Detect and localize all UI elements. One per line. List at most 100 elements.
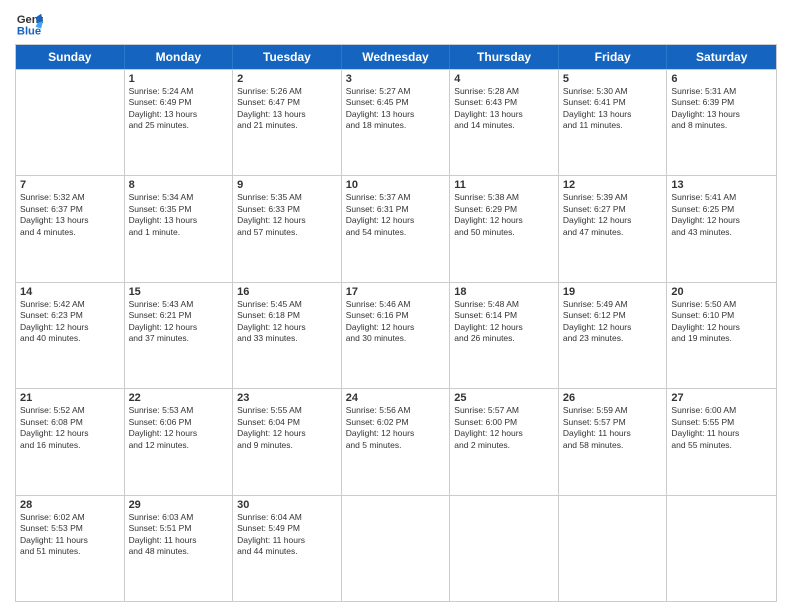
day-number: 16: [237, 286, 337, 298]
day-cell-2: 2Sunrise: 5:26 AM Sunset: 6:47 PM Daylig…: [233, 70, 342, 175]
day-cell-8: 8Sunrise: 5:34 AM Sunset: 6:35 PM Daylig…: [125, 176, 234, 281]
day-info: Sunrise: 5:41 AM Sunset: 6:25 PM Dayligh…: [671, 192, 772, 238]
day-info: Sunrise: 5:49 AM Sunset: 6:12 PM Dayligh…: [563, 299, 663, 345]
day-info: Sunrise: 5:46 AM Sunset: 6:16 PM Dayligh…: [346, 299, 446, 345]
day-cell-19: 19Sunrise: 5:49 AM Sunset: 6:12 PM Dayli…: [559, 283, 668, 388]
day-info: Sunrise: 6:03 AM Sunset: 5:51 PM Dayligh…: [129, 512, 229, 558]
page: General Blue SundayMondayTuesdayWednesda…: [0, 0, 792, 612]
day-cell-1: 1Sunrise: 5:24 AM Sunset: 6:49 PM Daylig…: [125, 70, 234, 175]
logo-icon: General Blue: [15, 10, 43, 38]
day-number: 27: [671, 392, 772, 404]
day-cell-14: 14Sunrise: 5:42 AM Sunset: 6:23 PM Dayli…: [16, 283, 125, 388]
day-info: Sunrise: 5:50 AM Sunset: 6:10 PM Dayligh…: [671, 299, 772, 345]
day-cell-20: 20Sunrise: 5:50 AM Sunset: 6:10 PM Dayli…: [667, 283, 776, 388]
calendar-row-0: 1Sunrise: 5:24 AM Sunset: 6:49 PM Daylig…: [16, 69, 776, 175]
day-number: 28: [20, 499, 120, 511]
day-number: 26: [563, 392, 663, 404]
empty-cell-0-0: [16, 70, 125, 175]
day-info: Sunrise: 5:42 AM Sunset: 6:23 PM Dayligh…: [20, 299, 120, 345]
day-cell-25: 25Sunrise: 5:57 AM Sunset: 6:00 PM Dayli…: [450, 389, 559, 494]
day-info: Sunrise: 5:30 AM Sunset: 6:41 PM Dayligh…: [563, 86, 663, 132]
calendar-row-4: 28Sunrise: 6:02 AM Sunset: 5:53 PM Dayli…: [16, 495, 776, 601]
day-number: 17: [346, 286, 446, 298]
day-cell-15: 15Sunrise: 5:43 AM Sunset: 6:21 PM Dayli…: [125, 283, 234, 388]
day-number: 1: [129, 73, 229, 85]
weekday-header-friday: Friday: [559, 45, 668, 69]
day-cell-29: 29Sunrise: 6:03 AM Sunset: 5:51 PM Dayli…: [125, 496, 234, 601]
day-info: Sunrise: 5:27 AM Sunset: 6:45 PM Dayligh…: [346, 86, 446, 132]
day-number: 15: [129, 286, 229, 298]
day-cell-11: 11Sunrise: 5:38 AM Sunset: 6:29 PM Dayli…: [450, 176, 559, 281]
day-number: 19: [563, 286, 663, 298]
day-info: Sunrise: 5:39 AM Sunset: 6:27 PM Dayligh…: [563, 192, 663, 238]
day-cell-16: 16Sunrise: 5:45 AM Sunset: 6:18 PM Dayli…: [233, 283, 342, 388]
day-number: 2: [237, 73, 337, 85]
calendar-header: SundayMondayTuesdayWednesdayThursdayFrid…: [16, 45, 776, 69]
day-info: Sunrise: 5:32 AM Sunset: 6:37 PM Dayligh…: [20, 192, 120, 238]
day-info: Sunrise: 5:53 AM Sunset: 6:06 PM Dayligh…: [129, 405, 229, 451]
logo: General Blue: [15, 10, 47, 38]
day-cell-24: 24Sunrise: 5:56 AM Sunset: 6:02 PM Dayli…: [342, 389, 451, 494]
header: General Blue: [15, 10, 777, 38]
day-info: Sunrise: 6:02 AM Sunset: 5:53 PM Dayligh…: [20, 512, 120, 558]
day-cell-27: 27Sunrise: 6:00 AM Sunset: 5:55 PM Dayli…: [667, 389, 776, 494]
day-number: 4: [454, 73, 554, 85]
empty-cell-4-3: [342, 496, 451, 601]
calendar-body: 1Sunrise: 5:24 AM Sunset: 6:49 PM Daylig…: [16, 69, 776, 601]
day-number: 23: [237, 392, 337, 404]
day-cell-18: 18Sunrise: 5:48 AM Sunset: 6:14 PM Dayli…: [450, 283, 559, 388]
day-number: 12: [563, 179, 663, 191]
day-cell-6: 6Sunrise: 5:31 AM Sunset: 6:39 PM Daylig…: [667, 70, 776, 175]
day-cell-4: 4Sunrise: 5:28 AM Sunset: 6:43 PM Daylig…: [450, 70, 559, 175]
weekday-header-saturday: Saturday: [667, 45, 776, 69]
day-info: Sunrise: 5:59 AM Sunset: 5:57 PM Dayligh…: [563, 405, 663, 451]
day-info: Sunrise: 6:04 AM Sunset: 5:49 PM Dayligh…: [237, 512, 337, 558]
day-number: 20: [671, 286, 772, 298]
day-info: Sunrise: 5:28 AM Sunset: 6:43 PM Dayligh…: [454, 86, 554, 132]
day-cell-3: 3Sunrise: 5:27 AM Sunset: 6:45 PM Daylig…: [342, 70, 451, 175]
day-info: Sunrise: 5:43 AM Sunset: 6:21 PM Dayligh…: [129, 299, 229, 345]
day-number: 5: [563, 73, 663, 85]
day-info: Sunrise: 5:34 AM Sunset: 6:35 PM Dayligh…: [129, 192, 229, 238]
empty-cell-4-5: [559, 496, 668, 601]
day-number: 10: [346, 179, 446, 191]
day-cell-28: 28Sunrise: 6:02 AM Sunset: 5:53 PM Dayli…: [16, 496, 125, 601]
day-info: Sunrise: 5:57 AM Sunset: 6:00 PM Dayligh…: [454, 405, 554, 451]
empty-cell-4-4: [450, 496, 559, 601]
day-info: Sunrise: 6:00 AM Sunset: 5:55 PM Dayligh…: [671, 405, 772, 451]
day-number: 21: [20, 392, 120, 404]
weekday-header-wednesday: Wednesday: [342, 45, 451, 69]
day-cell-5: 5Sunrise: 5:30 AM Sunset: 6:41 PM Daylig…: [559, 70, 668, 175]
day-number: 6: [671, 73, 772, 85]
day-info: Sunrise: 5:55 AM Sunset: 6:04 PM Dayligh…: [237, 405, 337, 451]
day-info: Sunrise: 5:56 AM Sunset: 6:02 PM Dayligh…: [346, 405, 446, 451]
day-info: Sunrise: 5:35 AM Sunset: 6:33 PM Dayligh…: [237, 192, 337, 238]
day-number: 9: [237, 179, 337, 191]
day-cell-21: 21Sunrise: 5:52 AM Sunset: 6:08 PM Dayli…: [16, 389, 125, 494]
day-number: 18: [454, 286, 554, 298]
day-cell-22: 22Sunrise: 5:53 AM Sunset: 6:06 PM Dayli…: [125, 389, 234, 494]
day-number: 29: [129, 499, 229, 511]
calendar-row-1: 7Sunrise: 5:32 AM Sunset: 6:37 PM Daylig…: [16, 175, 776, 281]
day-info: Sunrise: 5:31 AM Sunset: 6:39 PM Dayligh…: [671, 86, 772, 132]
day-info: Sunrise: 5:37 AM Sunset: 6:31 PM Dayligh…: [346, 192, 446, 238]
day-cell-17: 17Sunrise: 5:46 AM Sunset: 6:16 PM Dayli…: [342, 283, 451, 388]
day-number: 3: [346, 73, 446, 85]
day-number: 14: [20, 286, 120, 298]
day-cell-7: 7Sunrise: 5:32 AM Sunset: 6:37 PM Daylig…: [16, 176, 125, 281]
day-info: Sunrise: 5:48 AM Sunset: 6:14 PM Dayligh…: [454, 299, 554, 345]
day-cell-10: 10Sunrise: 5:37 AM Sunset: 6:31 PM Dayli…: [342, 176, 451, 281]
day-number: 11: [454, 179, 554, 191]
empty-cell-4-6: [667, 496, 776, 601]
day-number: 13: [671, 179, 772, 191]
day-cell-23: 23Sunrise: 5:55 AM Sunset: 6:04 PM Dayli…: [233, 389, 342, 494]
day-number: 8: [129, 179, 229, 191]
day-info: Sunrise: 5:45 AM Sunset: 6:18 PM Dayligh…: [237, 299, 337, 345]
day-number: 25: [454, 392, 554, 404]
weekday-header-monday: Monday: [125, 45, 234, 69]
weekday-header-sunday: Sunday: [16, 45, 125, 69]
day-info: Sunrise: 5:26 AM Sunset: 6:47 PM Dayligh…: [237, 86, 337, 132]
day-info: Sunrise: 5:52 AM Sunset: 6:08 PM Dayligh…: [20, 405, 120, 451]
calendar-row-2: 14Sunrise: 5:42 AM Sunset: 6:23 PM Dayli…: [16, 282, 776, 388]
day-info: Sunrise: 5:24 AM Sunset: 6:49 PM Dayligh…: [129, 86, 229, 132]
